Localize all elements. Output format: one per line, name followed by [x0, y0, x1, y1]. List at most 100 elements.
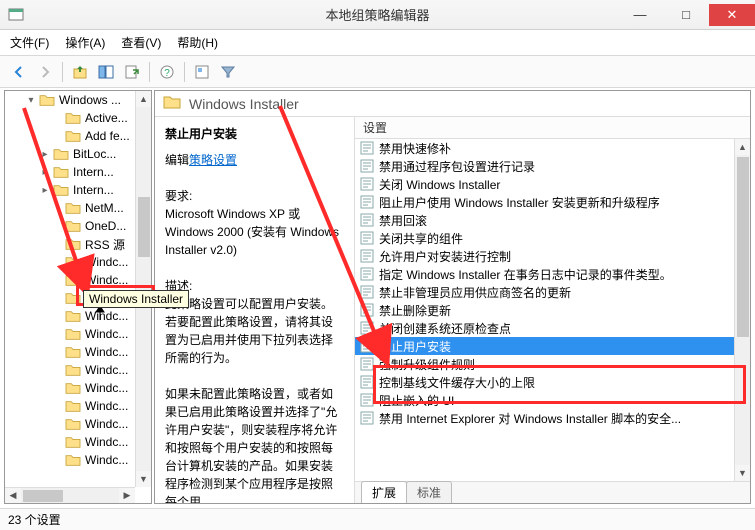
expand-icon[interactable]: ▸ [39, 149, 51, 160]
tree-item[interactable]: OneD... [5, 217, 135, 235]
menu-help[interactable]: 帮助(H) [177, 34, 218, 51]
folder-icon [51, 182, 71, 198]
tree-item[interactable]: Windc... [5, 451, 135, 469]
menu-view[interactable]: 查看(V) [121, 34, 161, 51]
tree-item[interactable]: Windc... [5, 415, 135, 433]
setting-row[interactable]: 强制升级组件规则 [355, 355, 734, 373]
setting-row[interactable]: 允许用户对安装进行控制 [355, 247, 734, 265]
policy-icon [359, 158, 375, 174]
tree-item[interactable]: Windc... [5, 379, 135, 397]
back-button[interactable] [8, 61, 30, 83]
column-header-setting[interactable]: 设置 [355, 117, 750, 139]
tree-item[interactable]: Windc... [5, 433, 135, 451]
tree-item-label: BitLoc... [73, 147, 116, 161]
filter-button[interactable] [217, 61, 239, 83]
tree-vscrollbar[interactable]: ▲ ▼ [135, 91, 151, 487]
scroll-right-icon[interactable]: ▶ [119, 488, 135, 504]
minimize-button[interactable]: ― [617, 4, 663, 26]
setting-row[interactable]: 阻止用户使用 Windows Installer 安装更新和升级程序 [355, 193, 734, 211]
setting-label: 阻止用户使用 Windows Installer 安装更新和升级程序 [379, 194, 660, 211]
description-text-1: 此策略设置可以配置用户安装。若要配置此策略设置，请将其设置为已启用并使用下拉列表… [165, 295, 344, 367]
scroll-up-icon[interactable]: ▲ [735, 139, 751, 155]
setting-row[interactable]: 禁止非管理员应用供应商签名的更新 [355, 283, 734, 301]
description-text-2: 如果未配置此策略设置，或者如果已启用此策略设置并选择了"允许用户安装"，则安装程… [165, 385, 344, 503]
forward-button[interactable] [34, 61, 56, 83]
tree-item[interactable]: ▾ Windows ... [5, 91, 135, 109]
setting-row[interactable]: 禁止删除更新 [355, 301, 734, 319]
folder-icon [51, 146, 71, 162]
scroll-down-icon[interactable]: ▼ [136, 471, 152, 487]
scroll-thumb[interactable] [23, 490, 63, 502]
tab-standard[interactable]: 标准 [406, 481, 452, 503]
window-title: 本地组策略编辑器 [325, 5, 429, 24]
tree-item[interactable]: Windc... [5, 361, 135, 379]
export-list-button[interactable] [121, 61, 143, 83]
tree-item[interactable]: Add fe... [5, 127, 135, 145]
up-level-button[interactable] [69, 61, 91, 83]
setting-row[interactable]: 禁止用户安装 [355, 337, 734, 355]
toolbar: ? [0, 56, 755, 88]
tree-item[interactable]: ▸Intern... [5, 163, 135, 181]
tree-hscrollbar[interactable]: ◀ ▶ [5, 487, 135, 503]
menu-bar: 文件(F) 操作(A) 查看(V) 帮助(H) [0, 30, 755, 56]
tree-item[interactable]: Windc... [5, 307, 135, 325]
separator [184, 62, 185, 82]
folder-icon [63, 272, 83, 288]
tree-item[interactable]: Windc... [5, 343, 135, 361]
tree-item-label: Windc... [85, 435, 128, 449]
tree-item[interactable]: Windc... [5, 271, 135, 289]
tree-item[interactable]: Active... [5, 109, 135, 127]
setting-row[interactable]: 禁用快速修补 [355, 139, 734, 157]
expand-icon[interactable]: ▸ [39, 185, 51, 196]
show-hide-tree-button[interactable] [95, 61, 117, 83]
tree-item[interactable]: Windc... [5, 289, 135, 307]
folder-icon [63, 344, 83, 360]
description-label: 描述: [165, 277, 344, 295]
tree-item[interactable]: Windc... [5, 397, 135, 415]
tree-item[interactable]: RSS 源 [5, 235, 135, 253]
maximize-button[interactable]: □ [663, 4, 709, 26]
setting-row[interactable]: 禁用通过程序包设置进行记录 [355, 157, 734, 175]
list-vscrollbar[interactable]: ▲ ▼ [734, 139, 750, 481]
menu-action[interactable]: 操作(A) [65, 34, 105, 51]
options-button[interactable] [191, 61, 213, 83]
setting-row[interactable]: 控制基线文件缓存大小的上限 [355, 373, 734, 391]
scroll-left-icon[interactable]: ◀ [5, 488, 21, 504]
tree-item[interactable]: NetM... [5, 199, 135, 217]
tree-item-label: Windows ... [59, 93, 121, 107]
tree-item-label: Windc... [85, 363, 128, 377]
setting-row[interactable]: 关闭 Windows Installer [355, 175, 734, 193]
folder-icon [37, 92, 57, 108]
scroll-down-icon[interactable]: ▼ [735, 465, 751, 481]
scroll-thumb[interactable] [737, 157, 749, 337]
tab-extended[interactable]: 扩展 [361, 481, 407, 503]
tree-item-label: OneD... [85, 219, 126, 233]
tree-item-label: Windc... [85, 273, 128, 287]
setting-row[interactable]: 关闭创建系统还原检查点 [355, 319, 734, 337]
tree-item[interactable]: Windc... [5, 325, 135, 343]
setting-label: 关闭 Windows Installer [379, 176, 500, 193]
setting-row[interactable]: 关闭共享的组件 [355, 229, 734, 247]
policy-icon [359, 140, 375, 156]
policy-icon [359, 248, 375, 264]
scroll-thumb[interactable] [138, 197, 150, 257]
tree-item[interactable]: Windc... [5, 253, 135, 271]
setting-row[interactable]: 阻止嵌入的 UI [355, 391, 734, 409]
menu-file[interactable]: 文件(F) [10, 34, 49, 51]
edit-policy-link[interactable]: 策略设置 [189, 153, 237, 167]
scroll-up-icon[interactable]: ▲ [136, 91, 152, 107]
tree-item[interactable]: ▸ BitLoc... [5, 145, 135, 163]
setting-row[interactable]: 禁用 Internet Explorer 对 Windows Installer… [355, 409, 734, 427]
setting-label: 禁用快速修补 [379, 140, 451, 157]
expand-icon[interactable]: ▸ [39, 167, 51, 178]
close-button[interactable]: ✕ [709, 4, 755, 26]
policy-icon [359, 284, 375, 300]
setting-label: 指定 Windows Installer 在事务日志中记录的事件类型。 [379, 266, 672, 283]
details-pane: 禁止用户安装 编辑策略设置 要求: Microsoft Windows XP 或… [155, 117, 355, 503]
setting-row[interactable]: 指定 Windows Installer 在事务日志中记录的事件类型。 [355, 265, 734, 283]
expand-icon[interactable]: ▾ [25, 95, 37, 106]
folder-icon [63, 290, 83, 306]
tree-item[interactable]: ▸Intern... [5, 181, 135, 199]
help-button[interactable]: ? [156, 61, 178, 83]
setting-row[interactable]: 禁用回滚 [355, 211, 734, 229]
